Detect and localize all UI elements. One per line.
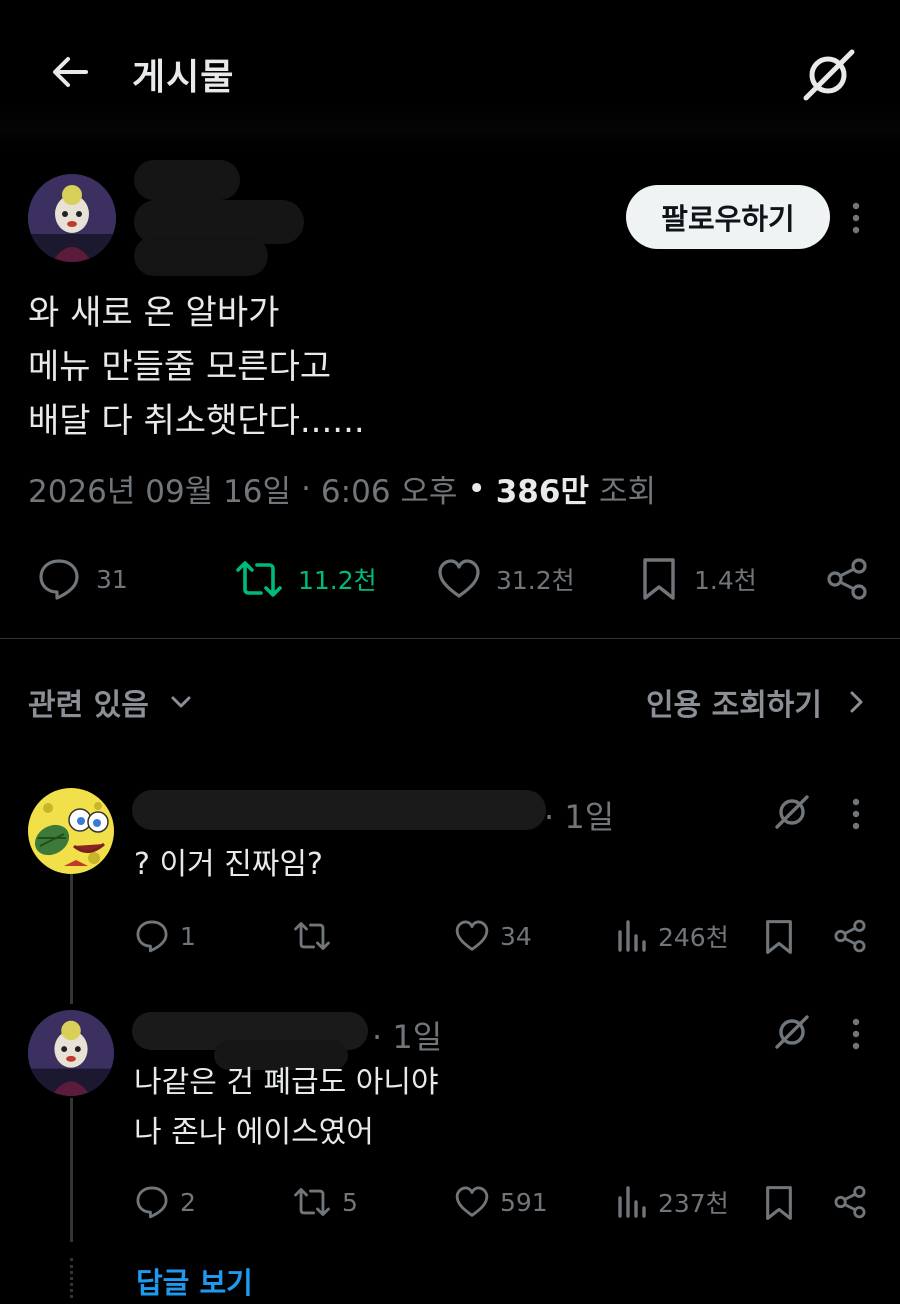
bookmark-button[interactable]: 1.4천 (638, 556, 757, 602)
separator-dot: · (301, 470, 311, 507)
view-count: 246천 (658, 923, 729, 952)
more-options-icon[interactable] (851, 797, 861, 831)
views-button[interactable]: 246천 (616, 918, 729, 954)
heart-icon (455, 1186, 489, 1217)
clown-avatar-image (28, 1010, 114, 1096)
reply-count: 31 (96, 564, 128, 594)
share-icon[interactable] (832, 1184, 868, 1220)
like-count: 31.2천 (496, 566, 575, 595)
redacted-username (134, 160, 240, 200)
author-avatar[interactable] (28, 174, 116, 262)
bookmark-icon[interactable] (762, 1184, 796, 1222)
share-icon[interactable] (832, 918, 868, 954)
post-text: 와 새로 온 알바가 메뉴 만들줄 모른다고 배달 다 취소햇단다...... (28, 286, 365, 448)
reply-time: 1일 (564, 798, 615, 836)
repost-count: 11.2천 (298, 566, 377, 595)
views-button[interactable]: 237천 (616, 1184, 729, 1220)
view-label: 조회 (598, 474, 657, 510)
back-arrow-icon[interactable] (48, 50, 92, 94)
divider (0, 638, 900, 639)
reply-text-line: 나 존나 에이스였어 (134, 1115, 374, 1150)
repost-count: 5 (342, 1187, 358, 1217)
reply-button[interactable]: 2 (134, 1184, 196, 1220)
repost-button[interactable]: 11.2천 (234, 556, 377, 602)
more-options-icon[interactable] (851, 1017, 861, 1051)
post-text-line: 메뉴 만들줄 모른다고 (28, 347, 332, 387)
heart-icon (438, 559, 480, 598)
reply-text-line: ? 이거 진짜임? (134, 847, 323, 882)
repost-icon (236, 561, 282, 597)
thread-line (70, 872, 73, 1004)
show-replies-link[interactable]: 답글 보기 (136, 1260, 253, 1302)
heart-icon (455, 920, 489, 951)
reply-meta: · 1일 (372, 1012, 442, 1058)
analytics-icon (618, 920, 646, 952)
related-filter[interactable]: 관련 있음 (28, 680, 193, 724)
reply-text: 나같은 건 폐급도 아니야 나 존나 에이스였어 (134, 1058, 439, 1158)
clown-avatar-image (28, 174, 116, 262)
spongebob-avatar-image (28, 788, 114, 874)
separator-dot: • (467, 470, 486, 507)
related-label: 관련 있음 (28, 688, 149, 723)
bookmark-icon[interactable] (762, 918, 796, 956)
reply-icon (136, 920, 168, 953)
reply-icon (136, 1186, 168, 1219)
quotes-label: 인용 조회하기 (645, 688, 822, 723)
view-count: 237천 (658, 1189, 729, 1218)
post-text-line: 배달 다 취소햇단다...... (28, 401, 365, 441)
reply-time: 1일 (392, 1018, 443, 1056)
page-title: 게시물 (132, 57, 235, 98)
grok-icon[interactable] (798, 44, 860, 106)
chevron-right-icon (850, 691, 863, 713)
thread-line (70, 1098, 73, 1242)
reply-count: 1 (180, 921, 196, 951)
like-count: 591 (500, 1187, 548, 1217)
repost-button[interactable]: 5 (292, 1184, 358, 1220)
view-quotes-link[interactable]: 인용 조회하기 (646, 680, 866, 724)
thread-line-dotted (70, 1258, 73, 1298)
like-button[interactable]: 31.2천 (436, 556, 575, 602)
follow-button[interactable]: 팔로우하기 (626, 185, 830, 249)
repost-icon (294, 1188, 330, 1216)
reply-icon (39, 559, 79, 600)
bookmark-icon (643, 558, 675, 600)
reply-author-avatar[interactable] (28, 788, 114, 874)
post-metadata: 2026년 09월 16일 · 6:06 오후 • 386만 조회 (28, 466, 656, 511)
reply-button[interactable]: 31 (36, 556, 128, 602)
redacted-handle-tail (134, 236, 268, 276)
grok-icon[interactable] (772, 1012, 812, 1052)
grok-icon[interactable] (772, 792, 812, 832)
post-text-line: 와 새로 온 알바가 (28, 293, 280, 333)
header-shadow (0, 108, 900, 148)
repost-button[interactable] (292, 918, 342, 954)
reply-text-line: 나같은 건 폐급도 아니야 (134, 1065, 439, 1100)
analytics-icon (618, 1186, 646, 1218)
view-count[interactable]: 386만 (496, 466, 589, 511)
reply-button[interactable]: 1 (134, 918, 196, 954)
like-count: 34 (500, 921, 532, 951)
reply-text: ? 이거 진짜임? (134, 840, 323, 890)
separator-dot: · (372, 1018, 393, 1056)
post-time: 6:06 오후 (320, 474, 458, 510)
repost-icon (294, 922, 330, 950)
bookmark-count: 1.4천 (694, 566, 757, 595)
reply-meta: · 1일 (544, 792, 614, 838)
separator-dot: · (544, 798, 565, 836)
reply-count: 2 (180, 1187, 196, 1217)
post-date: 2026년 09월 16일 (28, 474, 292, 510)
redacted-username (132, 790, 546, 830)
reply-author-avatar[interactable] (28, 1010, 114, 1096)
like-button[interactable]: 591 (454, 1184, 548, 1220)
chevron-down-icon (171, 696, 191, 708)
more-options-icon[interactable] (851, 201, 861, 235)
share-icon[interactable] (824, 556, 870, 602)
like-button[interactable]: 34 (454, 918, 532, 954)
